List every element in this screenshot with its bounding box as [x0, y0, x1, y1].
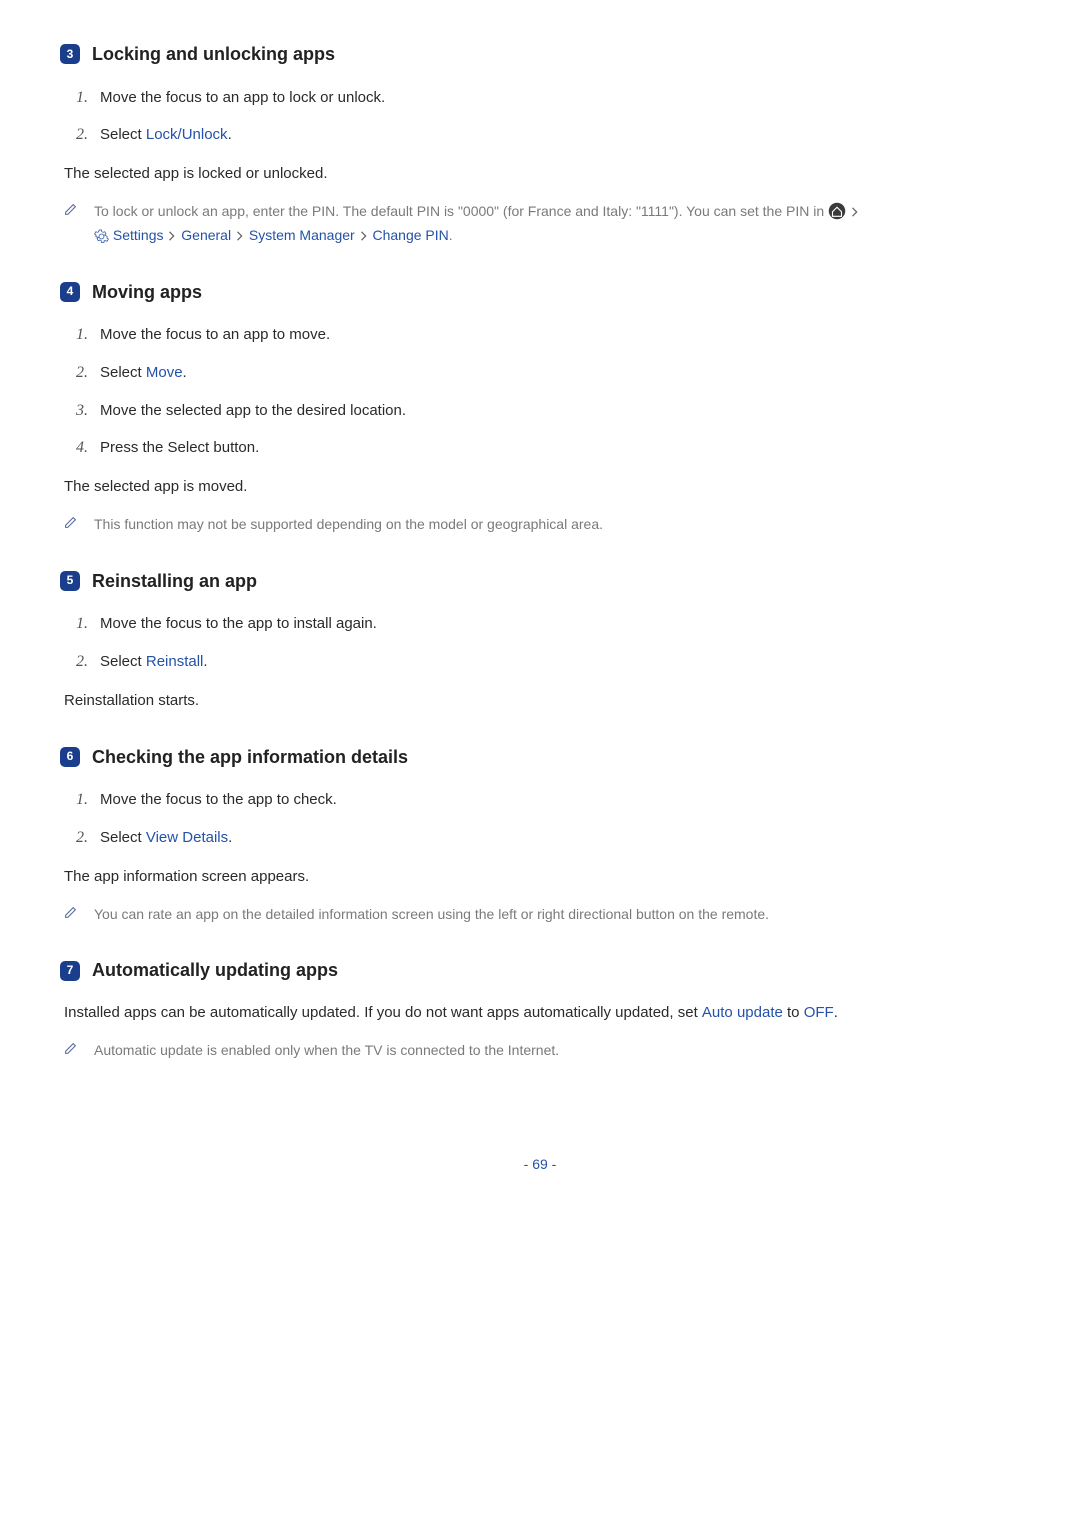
step-number: 2. — [60, 825, 88, 851]
breadcrumb-change-pin: Change PIN — [372, 227, 448, 243]
note-pin: To lock or unlock an app, enter the PIN.… — [64, 200, 1016, 248]
badge-icon: 3 — [60, 44, 80, 64]
step-text: Move the selected app to the desired loc… — [100, 399, 406, 423]
step-text: Select Reinstall. — [100, 650, 208, 674]
section-title-4: 4 Moving apps — [60, 278, 1020, 307]
badge-icon: 5 — [60, 571, 80, 591]
badge-icon: 6 — [60, 747, 80, 767]
step-item: 1. Move the focus to an app to move. — [60, 322, 1020, 348]
chevron-right-icon — [167, 229, 177, 243]
link-lock-unlock: Lock/Unlock — [146, 126, 228, 143]
body-text: Installed apps can be automatically upda… — [64, 1001, 1016, 1025]
breadcrumb-settings: Settings — [113, 227, 164, 243]
section-heading: Automatically updating apps — [92, 956, 338, 985]
step-text: Select Lock/Unlock. — [100, 123, 232, 147]
step-number: 1. — [60, 787, 88, 813]
step-text: Move the focus to the app to install aga… — [100, 612, 377, 636]
gear-icon — [94, 227, 109, 243]
breadcrumb-general: General — [181, 227, 231, 243]
step-item: 1. Move the focus to the app to check. — [60, 787, 1020, 813]
step-number: 2. — [60, 649, 88, 675]
section-heading: Checking the app information details — [92, 743, 408, 772]
result-text: Reinstallation starts. — [64, 689, 1016, 713]
step-item: 1. Move the focus to the app to install … — [60, 611, 1020, 637]
step-number: 3. — [60, 398, 88, 424]
step-text: Select Move. — [100, 361, 187, 385]
step-item: 4. Press the Select button. — [60, 435, 1020, 461]
link-view-details: View Details — [146, 829, 228, 846]
step-item: 2. Select Lock/Unlock. — [60, 122, 1020, 148]
result-text: The selected app is locked or unlocked. — [64, 162, 1016, 186]
step-number: 4. — [60, 435, 88, 461]
pen-icon — [64, 1039, 94, 1055]
step-text: Move the focus to the app to check. — [100, 788, 337, 812]
note-simple: You can rate an app on the detailed info… — [64, 903, 1016, 927]
link-reinstall: Reinstall — [146, 653, 204, 670]
note-simple: Automatic update is enabled only when th… — [64, 1039, 1016, 1063]
pen-icon — [64, 903, 94, 919]
chevron-right-icon — [235, 229, 245, 243]
step-text: Move the focus to an app to lock or unlo… — [100, 86, 385, 110]
result-text: The selected app is moved. — [64, 475, 1016, 499]
breadcrumb-system-manager: System Manager — [249, 227, 355, 243]
section-title-5: 5 Reinstalling an app — [60, 567, 1020, 596]
link-move: Move — [146, 364, 183, 381]
step-number: 1. — [60, 85, 88, 111]
section-heading: Locking and unlocking apps — [92, 40, 335, 69]
step-text: Move the focus to an app to move. — [100, 323, 330, 347]
home-icon — [828, 203, 846, 219]
step-number: 1. — [60, 611, 88, 637]
section-title-3: 3 Locking and unlocking apps — [60, 40, 1020, 69]
page-number: - 69 - — [60, 1153, 1020, 1175]
step-text: Select View Details. — [100, 826, 232, 850]
chevron-right-icon — [850, 205, 860, 219]
section-title-6: 6 Checking the app information details — [60, 743, 1020, 772]
step-text: Press the Select button. — [100, 436, 259, 460]
step-item: 2. Select View Details. — [60, 825, 1020, 851]
pen-icon — [64, 513, 94, 529]
link-auto-update: Auto update — [702, 1004, 783, 1021]
step-item: 2. Select Reinstall. — [60, 649, 1020, 675]
link-off: OFF — [804, 1004, 834, 1021]
section-title-7: 7 Automatically updating apps — [60, 956, 1020, 985]
pen-icon — [64, 200, 94, 216]
step-item: 3. Move the selected app to the desired … — [60, 398, 1020, 424]
step-number: 2. — [60, 360, 88, 386]
result-text: The app information screen appears. — [64, 865, 1016, 889]
section-heading: Moving apps — [92, 278, 202, 307]
step-item: 1. Move the focus to an app to lock or u… — [60, 85, 1020, 111]
chevron-right-icon — [359, 229, 369, 243]
note-simple: This function may not be supported depen… — [64, 513, 1016, 537]
step-number: 2. — [60, 122, 88, 148]
badge-icon: 7 — [60, 961, 80, 981]
section-heading: Reinstalling an app — [92, 567, 257, 596]
badge-icon: 4 — [60, 282, 80, 302]
step-item: 2. Select Move. — [60, 360, 1020, 386]
step-number: 1. — [60, 322, 88, 348]
